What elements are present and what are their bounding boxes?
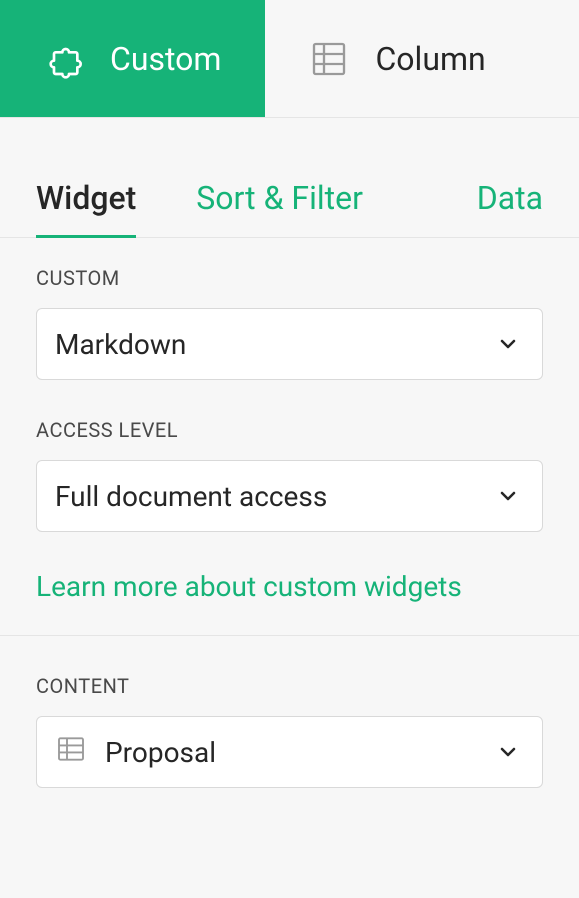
column-icon bbox=[309, 39, 349, 79]
custom-select[interactable]: Markdown bbox=[36, 308, 543, 380]
subtab-data[interactable]: Data bbox=[477, 179, 543, 237]
section-divider bbox=[0, 635, 579, 636]
content-label: CONTENT bbox=[36, 674, 543, 698]
custom-select-value: Markdown bbox=[55, 328, 186, 361]
chevron-down-icon bbox=[496, 740, 520, 764]
custom-field-group: CUSTOM Markdown bbox=[36, 266, 543, 380]
tab-column-label: Column bbox=[375, 40, 485, 78]
panel-content: CUSTOM Markdown ACCESS LEVEL Full docume… bbox=[0, 238, 579, 788]
content-select-value: Proposal bbox=[105, 736, 216, 769]
tab-custom[interactable]: Custom bbox=[0, 0, 265, 117]
subtab-widget[interactable]: Widget bbox=[36, 179, 136, 238]
access-label: ACCESS LEVEL bbox=[36, 418, 543, 442]
tab-custom-label: Custom bbox=[110, 40, 221, 78]
access-select-value: Full document access bbox=[55, 480, 327, 513]
sub-tab-bar: Widget Sort & Filter Data bbox=[0, 118, 579, 238]
puzzle-icon bbox=[44, 39, 84, 79]
top-tab-bar: Custom Column bbox=[0, 0, 579, 118]
chevron-down-icon bbox=[496, 484, 520, 508]
tab-column[interactable]: Column bbox=[265, 0, 529, 117]
learn-more-link[interactable]: Learn more about custom widgets bbox=[36, 570, 543, 603]
subtab-sort-filter[interactable]: Sort & Filter bbox=[196, 179, 363, 237]
access-select[interactable]: Full document access bbox=[36, 460, 543, 532]
table-icon bbox=[55, 733, 87, 772]
access-field-group: ACCESS LEVEL Full document access bbox=[36, 418, 543, 532]
content-field-group: CONTENT Proposal bbox=[36, 674, 543, 788]
chevron-down-icon bbox=[496, 332, 520, 356]
custom-label: CUSTOM bbox=[36, 266, 543, 290]
content-select[interactable]: Proposal bbox=[36, 716, 543, 788]
